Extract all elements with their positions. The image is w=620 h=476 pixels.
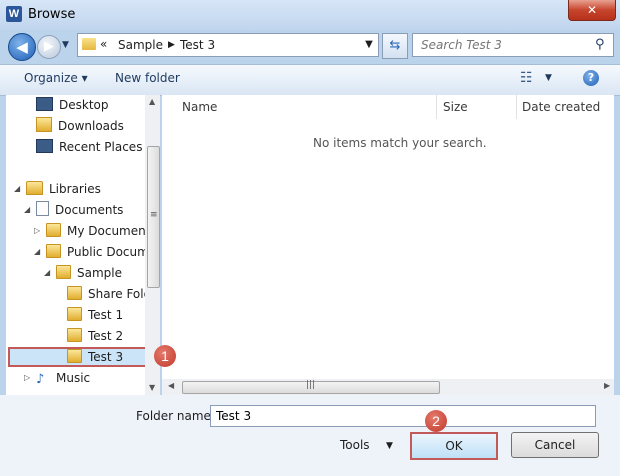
folder-icon bbox=[82, 38, 96, 50]
scroll-down-arrow-icon[interactable]: ▼ bbox=[149, 383, 155, 392]
column-header-date-created[interactable]: Date created bbox=[516, 95, 614, 119]
folder-icon bbox=[67, 328, 82, 342]
cancel-button[interactable]: Cancel bbox=[511, 432, 599, 458]
folder-icon bbox=[46, 244, 61, 258]
music-icon: ♪ bbox=[36, 372, 45, 387]
empty-results-message: No items match your search. bbox=[313, 136, 487, 150]
breadcrumb-separator-icon[interactable]: ▶ bbox=[168, 40, 175, 50]
folder-name-input[interactable] bbox=[210, 405, 596, 427]
scroll-grip-icon: ≡ bbox=[150, 210, 158, 220]
tree-item-downloads[interactable]: Downloads bbox=[36, 116, 124, 136]
address-overflow-chevron[interactable]: « bbox=[100, 37, 107, 51]
tree-item-my-documents[interactable]: ▷ My Document bbox=[34, 221, 150, 241]
search-box[interactable]: ⚲ bbox=[412, 33, 614, 57]
documents-icon bbox=[36, 201, 49, 216]
column-header-size[interactable]: Size bbox=[437, 95, 517, 119]
breadcrumb-test-3[interactable]: Test 3 bbox=[180, 38, 215, 52]
search-icon[interactable]: ⚲ bbox=[595, 37, 605, 52]
tree-item-documents[interactable]: ◢ Documents bbox=[24, 200, 123, 220]
tree-item-test-3[interactable]: Test 3 bbox=[67, 347, 123, 367]
breadcrumb-sample[interactable]: Sample bbox=[118, 38, 163, 52]
scroll-right-arrow-icon[interactable]: ▶ bbox=[604, 381, 610, 390]
tree-item-public-documents[interactable]: ◢ Public Docume bbox=[34, 242, 156, 262]
folder-icon bbox=[56, 265, 71, 279]
organize-button[interactable]: Organize ▾ bbox=[24, 71, 88, 85]
folder-icon bbox=[67, 307, 82, 321]
title-bar bbox=[0, 0, 620, 30]
tree-item-test-1[interactable]: Test 1 bbox=[67, 305, 123, 325]
expanded-arrow-icon[interactable]: ◢ bbox=[14, 179, 20, 199]
tree-item-sample[interactable]: ◢ Sample bbox=[44, 263, 122, 283]
refresh-icon[interactable]: ⇆ bbox=[382, 33, 408, 59]
view-chevron-down-icon[interactable]: ▼ bbox=[545, 73, 552, 83]
address-dropdown-icon[interactable]: ▼ bbox=[360, 36, 378, 54]
word-app-icon: W bbox=[6, 6, 22, 22]
forward-arrow-icon[interactable]: ▶ bbox=[37, 35, 61, 59]
window-title: Browse bbox=[28, 7, 76, 22]
scroll-up-arrow-icon[interactable]: ▲ bbox=[149, 97, 155, 106]
close-button[interactable]: ✕ bbox=[568, 0, 616, 21]
annotation-marker-1: 1 bbox=[154, 345, 176, 367]
tools-button[interactable]: Tools bbox=[340, 438, 370, 452]
scroll-left-arrow-icon[interactable]: ◀ bbox=[168, 381, 174, 390]
tree-item-music[interactable]: ▷ ♪ Music bbox=[24, 368, 90, 388]
search-input[interactable] bbox=[419, 37, 593, 53]
scroll-grip-icon: ||| bbox=[306, 380, 316, 390]
address-bar[interactable]: « Sample ▶ Test 3 bbox=[77, 33, 379, 57]
back-arrow-icon[interactable]: ◀ bbox=[8, 33, 36, 61]
folder-icon bbox=[67, 286, 82, 300]
collapsed-arrow-icon[interactable]: ▷ bbox=[24, 368, 30, 388]
recent-places-icon bbox=[36, 139, 53, 153]
help-icon[interactable]: ? bbox=[583, 70, 599, 86]
folder-icon bbox=[46, 223, 61, 237]
tools-chevron-down-icon[interactable]: ▼ bbox=[386, 441, 393, 451]
expanded-arrow-icon[interactable]: ◢ bbox=[34, 242, 40, 262]
desktop-icon bbox=[36, 97, 53, 111]
collapsed-arrow-icon[interactable]: ▷ bbox=[34, 221, 40, 241]
tree-item-libraries[interactable]: ◢ Libraries bbox=[14, 179, 101, 199]
new-folder-button[interactable]: New folder bbox=[115, 71, 180, 85]
expanded-arrow-icon[interactable]: ◢ bbox=[24, 200, 30, 220]
folder-name-label: Folder name: bbox=[136, 409, 215, 423]
downloads-icon bbox=[36, 117, 52, 132]
folder-icon bbox=[67, 349, 82, 363]
tree-item-recent-places[interactable]: Recent Places bbox=[36, 137, 142, 157]
tree-item-desktop[interactable]: Desktop bbox=[36, 95, 109, 115]
expanded-arrow-icon[interactable]: ◢ bbox=[44, 263, 50, 283]
ok-button[interactable]: OK bbox=[410, 432, 498, 460]
libraries-icon bbox=[26, 181, 43, 195]
view-options-icon[interactable]: ☷ bbox=[520, 70, 533, 86]
tree-item-test-2[interactable]: Test 2 bbox=[67, 326, 123, 346]
history-chevron-down-icon[interactable]: ▼ bbox=[62, 40, 69, 50]
annotation-marker-2: 2 bbox=[425, 410, 447, 432]
browse-dialog: W Browse ✕ ◀ ▶ ▼ « Sample ▶ Test 3 ▼ ⇆ ⚲… bbox=[0, 0, 620, 476]
column-header-name[interactable]: Name bbox=[176, 95, 437, 119]
